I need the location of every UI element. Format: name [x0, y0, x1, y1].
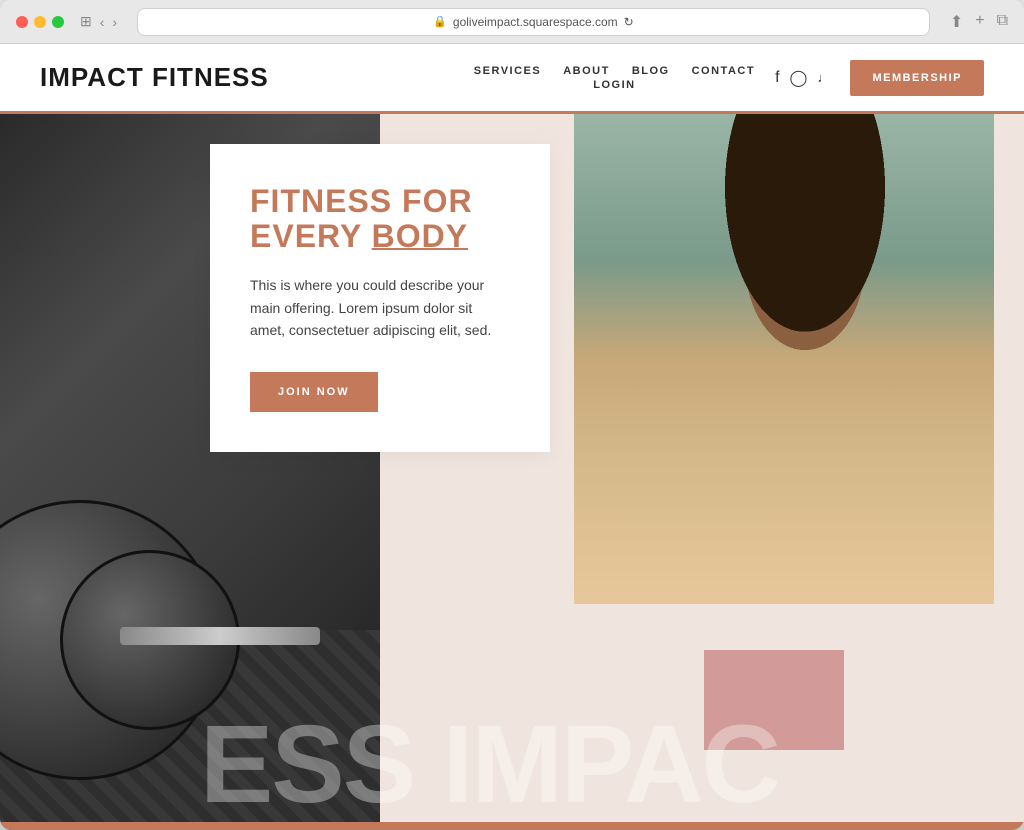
browser-actions: ⬆ + ⧉	[950, 12, 1008, 32]
browser-titlebar: ⊞ ‹ › 🔒 goliveimpact.squarespace.com ↻ ⬆…	[0, 0, 1024, 44]
nav-bottom-row: LOGIN	[593, 79, 635, 91]
headline-line2: EVERY	[250, 218, 372, 254]
address-bar[interactable]: 🔒 goliveimpact.squarespace.com ↻	[137, 8, 930, 36]
nav-contact[interactable]: CONTACT	[692, 65, 755, 77]
new-tab-icon[interactable]: +	[975, 12, 984, 32]
nav-links: SERVICES ABOUT BLOG CONTACT LOGIN	[474, 65, 755, 91]
instagram-icon[interactable]: ◯	[790, 68, 808, 88]
membership-button[interactable]: MEMBERSHIP	[850, 60, 984, 96]
url-text: goliveimpact.squarespace.com	[453, 15, 618, 29]
dumbbell-bar	[120, 627, 320, 645]
close-button[interactable]	[16, 16, 28, 28]
nav-login[interactable]: LOGIN	[593, 79, 635, 91]
forward-icon[interactable]: ›	[112, 14, 117, 30]
lock-icon: 🔒	[433, 15, 447, 28]
sidebar-toggle-icon[interactable]: ⊞	[80, 13, 92, 30]
browser-window: ⊞ ‹ › 🔒 goliveimpact.squarespace.com ↻ ⬆…	[0, 0, 1024, 830]
share-icon[interactable]: ⬆	[950, 12, 963, 32]
nav-blog[interactable]: BLOG	[632, 65, 670, 77]
website: IMPACT FITNESS SERVICES ABOUT BLOG CONTA…	[0, 44, 1024, 830]
hero-description: This is where you could describe your ma…	[250, 274, 510, 341]
hero-headline: FITNESS FOR EVERY BODY	[250, 184, 510, 254]
minimize-button[interactable]	[34, 16, 46, 28]
watermark-text: ESS IMPAC	[200, 710, 779, 820]
woman-figure	[574, 114, 994, 604]
maximize-button[interactable]	[52, 16, 64, 28]
nav-top-row: SERVICES ABOUT BLOG CONTACT	[474, 65, 755, 77]
browser-controls: ⊞ ‹ ›	[80, 13, 117, 30]
traffic-lights	[16, 16, 64, 28]
windows-icon[interactable]: ⧉	[997, 12, 1008, 32]
join-now-button[interactable]: JOIN NOW	[250, 372, 378, 412]
refresh-icon[interactable]: ↻	[624, 15, 634, 29]
nav-about[interactable]: ABOUT	[563, 65, 610, 77]
nav-services[interactable]: SERVICES	[474, 65, 541, 77]
navbar: IMPACT FITNESS SERVICES ABOUT BLOG CONTA…	[0, 44, 1024, 114]
facebook-icon[interactable]: f	[775, 69, 779, 87]
hero-content-card: FITNESS FOR EVERY BODY This is where you…	[210, 144, 550, 452]
brand-logo[interactable]: IMPACT FITNESS	[40, 62, 474, 93]
headline-line1: FITNESS FOR	[250, 183, 473, 219]
hero-bottom-strip	[0, 822, 1024, 830]
social-icons: f ◯ ♩	[775, 68, 830, 88]
hero-section: FITNESS FOR EVERY BODY This is where you…	[0, 114, 1024, 830]
tiktok-icon[interactable]: ♩	[817, 70, 830, 85]
back-icon[interactable]: ‹	[100, 14, 105, 30]
headline-underline-word: BODY	[372, 218, 468, 254]
hero-woman-image	[574, 114, 994, 604]
